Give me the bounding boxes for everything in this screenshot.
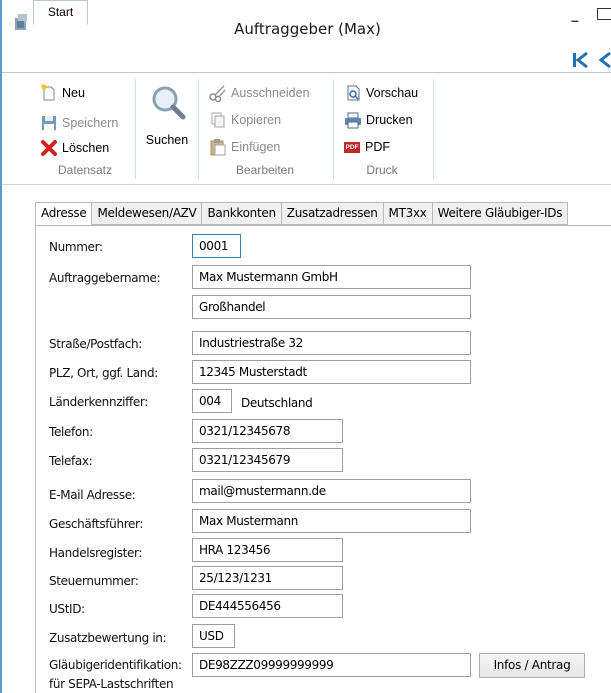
tab-adresse[interactable]: Adresse bbox=[35, 202, 93, 226]
tab-meldewesen[interactable]: Meldewesen/AZV bbox=[92, 202, 203, 225]
handelsregister-field[interactable]: HRA 123456 bbox=[192, 538, 343, 562]
plz-ort-field[interactable]: 12345 Musterstadt bbox=[192, 360, 471, 384]
delete-x-icon bbox=[41, 140, 57, 156]
minimize-button[interactable]: – bbox=[571, 12, 579, 28]
steuernummer-field[interactable]: 25/123/1231 bbox=[192, 566, 343, 590]
telefax-field[interactable]: 0321/12345679 bbox=[192, 448, 343, 472]
pdf-icon: PDF bbox=[344, 141, 360, 153]
pdf-label: PDF bbox=[365, 140, 390, 154]
laenderkennziffer-field[interactable]: 004 bbox=[192, 389, 232, 413]
ribbon-tab-start[interactable]: Start bbox=[33, 0, 88, 25]
new-label: Neu bbox=[62, 86, 85, 100]
first-record-icon[interactable] bbox=[571, 51, 591, 69]
geschaeftsfuehrer-label: Geschäftsführer: bbox=[49, 517, 144, 531]
paste-label: Einfügen bbox=[231, 140, 281, 154]
ribbon-tab-row bbox=[2, 49, 611, 73]
group-separator bbox=[433, 79, 434, 179]
search-magnifier-icon bbox=[152, 86, 186, 120]
preview-label: Vorschau bbox=[366, 86, 419, 100]
copy-button[interactable]: Kopieren bbox=[209, 110, 281, 130]
auftraggebername-field-1[interactable]: Max Mustermann GmbH bbox=[192, 265, 471, 289]
search-label: Suchen bbox=[145, 133, 189, 147]
preview-button[interactable]: Vorschau bbox=[344, 83, 418, 103]
app-window: Auftraggeber (Max) – Start Neu Speichern… bbox=[0, 0, 611, 693]
cut-button[interactable]: Ausschneiden bbox=[209, 83, 310, 103]
tab-bankkonten[interactable]: Bankkonten bbox=[202, 202, 282, 225]
previous-record-icon[interactable] bbox=[596, 51, 611, 69]
new-document-icon bbox=[41, 84, 55, 101]
group-separator bbox=[333, 79, 334, 179]
print-button[interactable]: Drucken bbox=[344, 110, 413, 130]
glaeubiger-sublabel: für SEPA-Lastschriften bbox=[49, 677, 174, 691]
country-name-text: Deutschland bbox=[241, 396, 313, 410]
print-preview-icon bbox=[347, 85, 360, 101]
telefon-label: Telefon: bbox=[49, 425, 93, 439]
save-icon bbox=[42, 116, 56, 130]
ustid-label: UStID: bbox=[49, 602, 85, 616]
steuernummer-label: Steuernummer: bbox=[49, 574, 139, 588]
search-button[interactable]: Suchen bbox=[142, 79, 192, 151]
maximize-button[interactable] bbox=[597, 8, 611, 20]
glaeubiger-id-field[interactable]: DE98ZZZ09999999999 bbox=[192, 653, 471, 677]
zusatzbewertung-label: Zusatzbewertung in: bbox=[49, 631, 167, 645]
print-label: Drucken bbox=[366, 113, 413, 127]
pdf-button[interactable]: PDF PDF bbox=[344, 137, 390, 157]
tab-mt3xx[interactable]: MT3xx bbox=[383, 202, 433, 225]
auftraggebername-label: Auftraggebername: bbox=[49, 271, 161, 285]
email-field[interactable]: mail@mustermann.de bbox=[192, 479, 471, 503]
cut-label: Ausschneiden bbox=[231, 86, 310, 100]
infos-antrag-button[interactable]: Infos / Antrag bbox=[479, 653, 585, 678]
geschaeftsfuehrer-field[interactable]: Max Mustermann bbox=[192, 509, 471, 533]
group-label-bearbeiten: Bearbeiten bbox=[235, 163, 295, 177]
nummer-field[interactable]: 0001 bbox=[192, 234, 241, 258]
plz-ort-label: PLZ, Ort, ggf. Land: bbox=[49, 366, 159, 380]
new-button[interactable]: Neu bbox=[40, 83, 85, 103]
clipboard-paste-icon bbox=[210, 139, 226, 156]
telefax-label: Telefax: bbox=[49, 454, 93, 468]
telefon-field[interactable]: 0321/12345678 bbox=[192, 419, 343, 443]
ustid-field[interactable]: DE444556456 bbox=[192, 594, 343, 618]
copy-icon bbox=[211, 112, 225, 128]
group-label-datensatz: Datensatz bbox=[57, 163, 113, 177]
save-label: Speichern bbox=[62, 116, 119, 130]
strasse-label: Straße/Postfach: bbox=[49, 337, 142, 351]
copy-label: Kopieren bbox=[231, 113, 282, 127]
group-label-druck: Druck bbox=[366, 163, 398, 177]
glaeubiger-label: Gläubigeridentifikation: bbox=[49, 658, 182, 672]
ribbon: Neu Speichern Löschen Datensatz Suchen A… bbox=[2, 73, 611, 185]
group-separator bbox=[198, 79, 199, 179]
tab-zusatzadressen[interactable]: Zusatzadressen bbox=[281, 202, 384, 225]
printer-icon bbox=[345, 112, 361, 129]
zusatzbewertung-field[interactable]: USD bbox=[192, 624, 235, 648]
delete-label: Löschen bbox=[62, 141, 110, 155]
email-label: E-Mail Adresse: bbox=[49, 488, 136, 502]
paste-button[interactable]: Einfügen bbox=[209, 137, 280, 157]
save-button[interactable]: Speichern bbox=[40, 113, 118, 133]
title-bar[interactable]: Auftraggeber (Max) – bbox=[2, 0, 611, 49]
nummer-label: Nummer: bbox=[49, 240, 103, 254]
window-title: Auftraggeber (Max) bbox=[234, 20, 381, 38]
strasse-field[interactable]: Industriestraße 32 bbox=[192, 331, 471, 355]
auftraggebername-field-2[interactable]: Großhandel bbox=[192, 295, 471, 319]
form-tab-strip: Adresse Meldewesen/AZV Bankkonten Zusatz… bbox=[35, 202, 569, 226]
group-separator bbox=[135, 79, 136, 179]
tab-weitere-glaeubiger-ids[interactable]: Weitere Gläubiger-IDs bbox=[432, 202, 569, 225]
laenderkennziffer-label: Länderkennziffer: bbox=[49, 395, 148, 409]
scissors-icon bbox=[209, 85, 226, 102]
delete-button[interactable]: Löschen bbox=[40, 138, 109, 158]
handelsregister-label: Handelsregister: bbox=[49, 546, 143, 560]
